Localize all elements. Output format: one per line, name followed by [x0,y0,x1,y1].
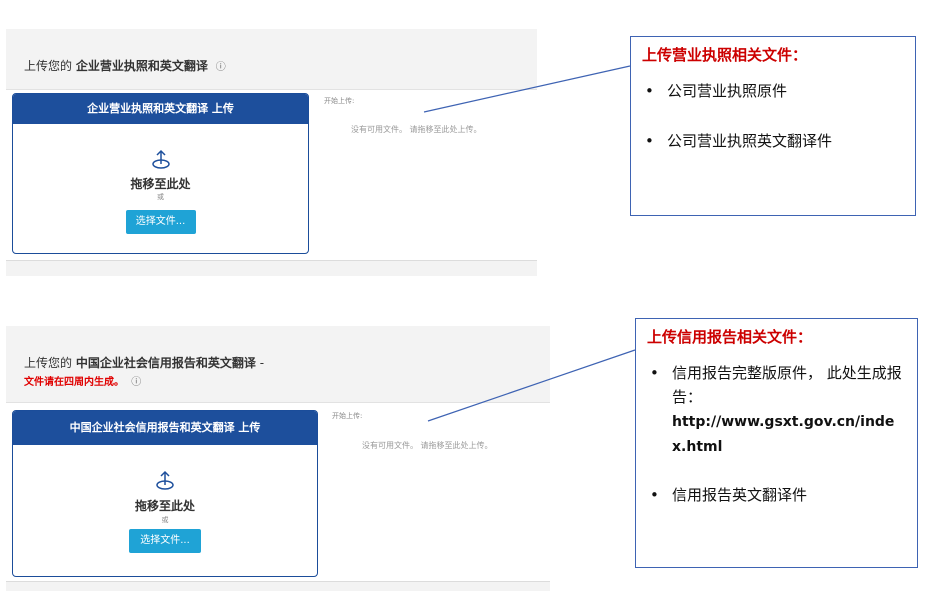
list-item: 公司营业执照英文翻译件 [645,129,907,153]
no-files-message: 没有可用文件。 请拖移至此处上传。 [351,125,482,134]
generation-note: 文件请在四周内生成。 ⓘ [24,373,141,388]
license-upload-panel: 上传您的 企业营业执照和英文翻译 ⓘ 企业营业执照和英文翻译 上传 拖移至此处 … [6,29,537,276]
drag-here-text: 拖移至此处 [130,177,191,191]
note-red-text: 文件请在四周内生成。 [24,377,124,388]
start-upload-label: 开始上传: [324,97,355,105]
upload-icon [156,470,174,490]
choose-file-button[interactable]: 选择文件... [125,210,196,234]
no-files-message: 没有可用文件。 请拖移至此处上传。 [362,441,493,450]
upload-icon [151,149,170,169]
heading-suffix: - [259,356,265,370]
credit-report-upload-panel: 上传您的 中国企业社会信用报告和英文翻译 - 文件请在四周内生成。 ⓘ 中国企业… [6,326,550,591]
license-callout: 上传营业执照相关文件： 公司营业执照原件 公司营业执照英文翻译件 [630,36,916,216]
info-icon[interactable]: ⓘ [131,373,141,388]
or-text: 或 [161,516,169,524]
license-dropzone[interactable]: 企业营业执照和英文翻译 上传 拖移至此处 或 选择文件... [12,93,309,254]
callout-title: 上传营业执照相关文件： [642,46,808,64]
callout-list: 信用报告完整版原件， 此处生成报告： http://www.gsxt.gov.c… [650,361,908,531]
drag-here-text: 拖移至此处 [134,499,195,513]
choose-file-button[interactable]: 选择文件... [129,529,201,553]
license-upload-heading: 上传您的 企业营业执照和英文翻译 ⓘ [24,57,226,74]
credit-report-callout: 上传信用报告相关文件： 信用报告完整版原件， 此处生成报告： http://ww… [635,318,918,568]
info-icon[interactable]: ⓘ [216,58,226,73]
credit-report-dropzone[interactable]: 中国企业社会信用报告和英文翻译 上传 拖移至此处 或 选择文件... [12,410,318,577]
report-url-link[interactable]: http://www.gsxt.gov.cn/index.html [672,414,894,455]
dropzone-title: 企业营业执照和英文翻译 上传 [13,94,308,124]
heading-prefix: 上传您的 [24,356,73,370]
heading-bold: 中国企业社会信用报告和英文翻译 [75,356,256,370]
heading-bold: 企业营业执照和英文翻译 [75,59,208,73]
or-text: 或 [157,193,164,201]
dropzone-title: 中国企业社会信用报告和英文翻译 上传 [13,411,317,445]
callout-list: 公司营业执照原件 公司营业执照英文翻译件 [645,79,907,179]
callout-title: 上传信用报告相关文件： [647,328,813,346]
start-upload-label: 开始上传: [332,412,363,420]
credit-report-upload-heading: 上传您的 中国企业社会信用报告和英文翻译 - [24,354,264,371]
list-item: 信用报告完整版原件， 此处生成报告： http://www.gsxt.gov.c… [650,361,908,459]
list-item: 信用报告英文翻译件 [650,483,908,507]
heading-prefix: 上传您的 [24,59,73,73]
list-item: 公司营业执照原件 [645,79,907,103]
list-item-text: 信用报告完整版原件， 此处生成报告： [672,364,902,406]
